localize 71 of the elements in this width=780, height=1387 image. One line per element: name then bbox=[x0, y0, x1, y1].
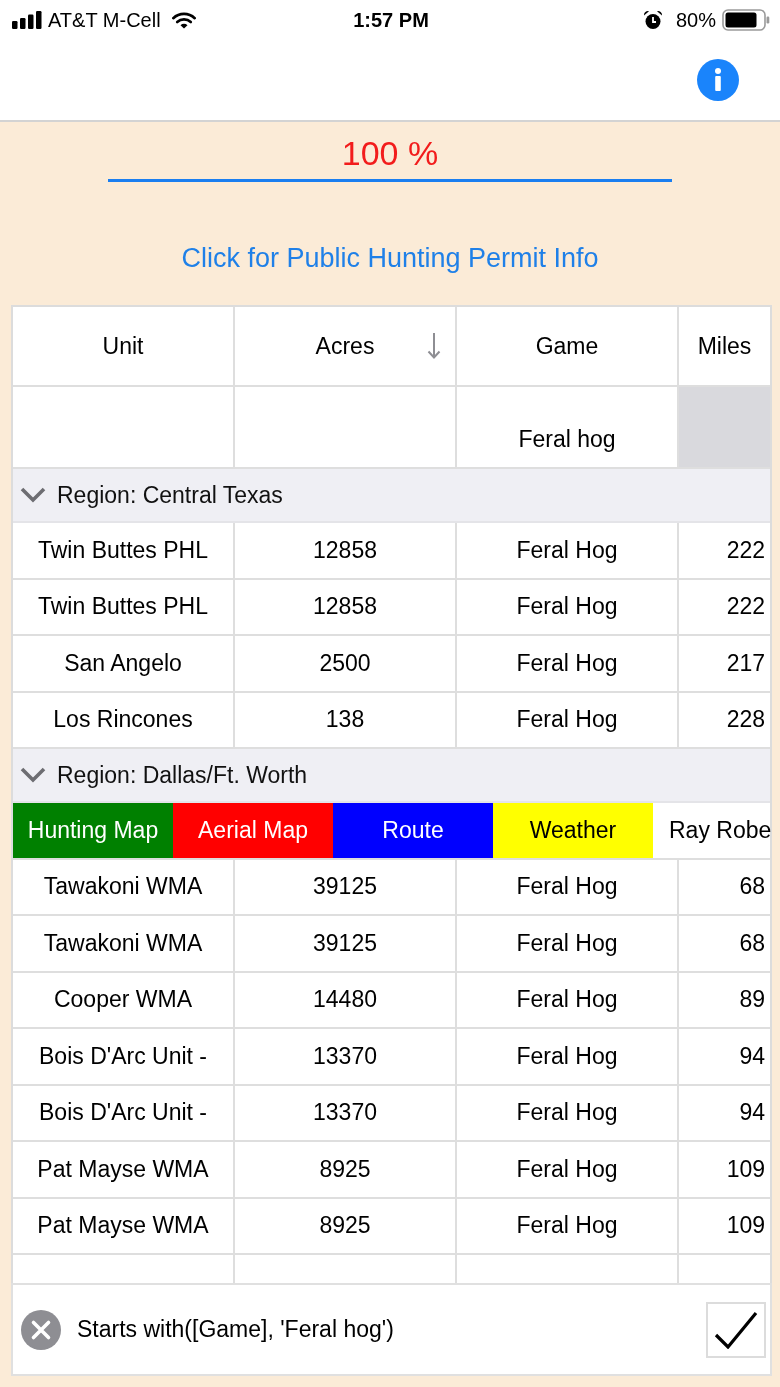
table-cell: 39125 bbox=[235, 859, 457, 914]
table-cell: Feral Hog bbox=[457, 579, 679, 634]
table-cell-text: 68 bbox=[738, 928, 766, 958]
table-cell-text: 222 bbox=[725, 592, 766, 622]
info-icon[interactable] bbox=[697, 59, 739, 101]
table-cell: Feral Hog bbox=[457, 692, 679, 747]
status-time: 1:57 PM bbox=[353, 8, 429, 32]
checkmark-icon bbox=[714, 1310, 758, 1349]
battery-percent: 80% bbox=[675, 8, 716, 32]
table-cell: Cooper WMA bbox=[13, 972, 235, 1027]
group-title: Region: Dallas/Ft. Worth bbox=[57, 761, 308, 789]
filter-expression: Starts with([Game], 'Feral hog') bbox=[77, 1316, 395, 1343]
table-cell-text: 94 bbox=[738, 1041, 766, 1071]
action-button[interactable]: Hunting Map bbox=[13, 803, 173, 858]
table-cell-text: 228 bbox=[725, 705, 766, 735]
table-cell: Twin Buttes PHL bbox=[13, 579, 235, 634]
table-cell-text: 222 bbox=[725, 535, 766, 565]
table-cell: Feral Hog bbox=[457, 1029, 679, 1084]
table-cell: 13370 bbox=[235, 1085, 457, 1140]
table-cell: 2500 bbox=[235, 636, 457, 691]
group-title: Region: Central Texas bbox=[57, 481, 283, 509]
sort-arrow-icon bbox=[427, 333, 441, 359]
table-cell-text: 89 bbox=[738, 985, 766, 1015]
table-cell: 12858 bbox=[235, 523, 457, 578]
table-cell-text: 217 bbox=[725, 648, 766, 678]
signal-icon bbox=[12, 11, 42, 29]
table-cell: 8925 bbox=[235, 1142, 457, 1197]
column-header[interactable]: Unit bbox=[13, 307, 235, 385]
action-button[interactable]: Route bbox=[333, 803, 493, 858]
table-cell: Twin Buttes PHL bbox=[13, 523, 235, 578]
table-cell: Los Rincones bbox=[13, 692, 235, 747]
table-cell: Tawakoni WMA bbox=[13, 859, 235, 914]
table-cell: Bois D'Arc Unit - bbox=[13, 1029, 235, 1084]
table-cell: Tawakoni WMA bbox=[13, 916, 235, 971]
table-cell-text: 94 bbox=[738, 1098, 766, 1128]
table-cell-text: 109 bbox=[725, 1211, 766, 1241]
table-cell: Feral Hog bbox=[457, 636, 679, 691]
table-cell: Pat Mayse WMA bbox=[13, 1142, 235, 1197]
group-header[interactable]: Region: Dallas/Ft. Worth bbox=[13, 749, 770, 803]
table-cell: Feral Hog bbox=[457, 916, 679, 971]
battery-icon bbox=[722, 9, 770, 31]
table-cell: Feral Hog bbox=[457, 1085, 679, 1140]
swiped-row-text: Ray Robe bbox=[668, 815, 772, 845]
carrier-name: AT&T M-Cell bbox=[48, 8, 161, 32]
table-cell: Feral Hog bbox=[457, 972, 679, 1027]
table-cell-text: 109 bbox=[725, 1154, 766, 1184]
confirm-button[interactable] bbox=[706, 1301, 766, 1358]
group-header[interactable]: Region: Central Texas bbox=[13, 469, 770, 523]
table-cell: Pat Mayse WMA bbox=[13, 1198, 235, 1253]
table-cell: Feral Hog bbox=[457, 523, 679, 578]
table-cell: Feral Hog bbox=[457, 859, 679, 914]
table-cell: 14480 bbox=[235, 972, 457, 1027]
table-cell: Bois D'Arc Unit - bbox=[13, 1085, 235, 1140]
action-button[interactable]: Weather bbox=[493, 803, 653, 858]
column-header[interactable]: Game bbox=[457, 307, 679, 385]
table-cell: Feral Hog bbox=[457, 1198, 679, 1253]
table-cell: 12858 bbox=[235, 579, 457, 634]
column-header[interactable]: Miles bbox=[679, 307, 770, 385]
action-button[interactable]: Aerial Map bbox=[173, 803, 333, 858]
table-cell-text: 68 bbox=[738, 872, 766, 902]
progress-label: 100 % bbox=[341, 133, 439, 173]
table-cell: Feral Hog bbox=[457, 1142, 679, 1197]
table-cell: 138 bbox=[235, 692, 457, 747]
table-cell: 8925 bbox=[235, 1198, 457, 1253]
table-cell: 39125 bbox=[235, 916, 457, 971]
wifi-icon bbox=[171, 11, 196, 29]
table-cell: San Angelo bbox=[13, 636, 235, 691]
clear-icon[interactable] bbox=[21, 1309, 61, 1350]
alarm-icon bbox=[642, 10, 663, 30]
column-header[interactable]: Acres bbox=[235, 307, 457, 385]
table-cell: 13370 bbox=[235, 1029, 457, 1084]
